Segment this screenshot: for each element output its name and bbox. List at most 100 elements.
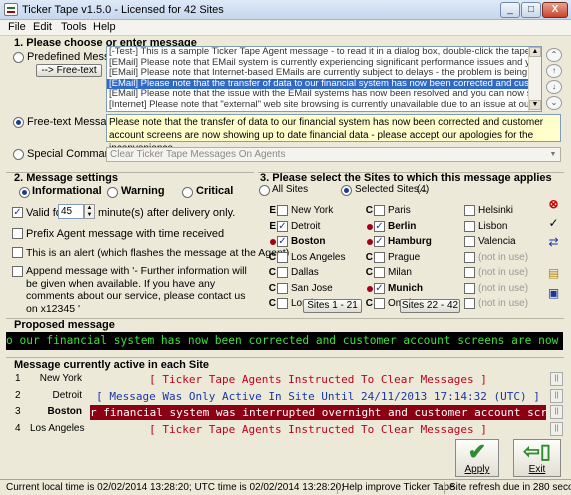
pause-icon[interactable]: || <box>550 388 563 403</box>
menu-file[interactable]: File <box>5 21 29 33</box>
alert-checkbox[interactable] <box>12 247 23 258</box>
row-site-name: New York <box>39 373 82 384</box>
minutes-stepper[interactable]: ▲ ▼ <box>84 204 95 219</box>
site-checkbox[interactable]: ✓ <box>374 236 385 247</box>
site-name: New York <box>291 205 334 216</box>
critical-radio[interactable] <box>182 187 193 198</box>
prefix-checkbox[interactable] <box>12 228 23 239</box>
pause-icon[interactable]: || <box>550 421 563 436</box>
site-checkbox[interactable]: ✓ <box>374 220 385 232</box>
scroll-up-icon[interactable]: ▲ <box>529 47 541 57</box>
sites-page1-button[interactable]: Sites 1 - 21 <box>303 299 362 313</box>
site-checkbox <box>464 251 475 263</box>
site-name: Lisbon <box>478 220 508 232</box>
message-list-scrollbar[interactable]: ▲ ▼ <box>528 47 541 111</box>
row-number: 1 <box>15 373 21 384</box>
site-status-letter: E <box>269 220 276 232</box>
list-bottom-icon[interactable]: ⌄ <box>546 96 562 110</box>
site-checkbox <box>464 267 475 278</box>
proposed-ticker[interactable]: o our financial system has now been corr… <box>6 332 563 350</box>
menu-edit[interactable]: Edit <box>30 21 55 33</box>
freetext-radio[interactable] <box>13 117 24 128</box>
special-command-select[interactable]: Clear Ticker Tape Messages On Agents ▼ <box>106 147 561 162</box>
save-disk-icon[interactable]: ▣ <box>545 285 562 302</box>
row-message-ticker[interactable]: [ Ticker Tape Agents Instructed To Clear… <box>90 422 546 437</box>
warning-radio[interactable] <box>107 187 118 198</box>
site-checkbox[interactable] <box>464 205 475 216</box>
site-status-letter: C <box>365 267 373 278</box>
menu-tools[interactable]: Tools <box>58 21 90 33</box>
informational-radio[interactable] <box>19 187 30 198</box>
active-site-dot <box>367 239 373 245</box>
status-help-link[interactable]: Help improve Ticker Tape <box>337 482 455 494</box>
row-message-ticker[interactable]: r financial system was interrupted overn… <box>90 405 546 420</box>
swap-icon[interactable]: ⇄ <box>545 234 562 251</box>
site-checkbox[interactable] <box>277 298 288 309</box>
minimize-button[interactable]: _ <box>500 2 520 18</box>
site-checkbox[interactable] <box>464 220 475 232</box>
site-checkbox[interactable]: ✓ <box>277 236 288 247</box>
site-checkbox[interactable] <box>464 236 475 247</box>
menu-help[interactable]: Help <box>90 21 119 33</box>
site-name: Milan <box>388 267 412 278</box>
section3-title: 3. Please select the Sites to which this… <box>260 172 552 184</box>
list-top-icon[interactable]: ⌃ <box>546 48 562 62</box>
row-message-ticker[interactable]: [ Message Was Only Active In Site Until … <box>90 389 546 404</box>
selected-sites-count: (4) <box>417 184 430 195</box>
site-name: Valencia <box>478 236 516 247</box>
pause-icon[interactable]: || <box>550 372 563 386</box>
informational-label: Informational <box>32 185 102 197</box>
row-message-ticker[interactable]: [ Ticker Tape Agents Instructed To Clear… <box>90 372 546 387</box>
site-name: Prague <box>388 251 421 263</box>
apply-label: Apply <box>464 464 490 475</box>
section2-title: 2. Message settings <box>14 172 118 184</box>
apply-check-icon: ✔ <box>467 439 487 464</box>
append-checkbox[interactable] <box>12 266 23 277</box>
checkmark-icon[interactable]: ✓ <box>545 215 562 232</box>
maximize-button[interactable]: □ <box>521 2 541 18</box>
site-checkbox[interactable] <box>374 298 385 309</box>
active-divider <box>6 357 564 358</box>
proposed-title: Proposed message <box>14 319 115 331</box>
exit-button[interactable]: ⇦▯ Exit <box>513 439 561 477</box>
all-sites-radio[interactable] <box>259 185 270 196</box>
close-button[interactable]: X <box>542 2 568 18</box>
critical-label: Critical <box>196 185 234 197</box>
site-name: Dallas <box>291 267 319 278</box>
apply-button[interactable]: ✔ Apply <box>455 439 499 477</box>
message-list-item[interactable]: [-Test-] This is a sample Ticker Tape Ag… <box>107 47 541 58</box>
append-label: Append message with '- Further informati… <box>26 265 247 315</box>
site-name: (not in use) <box>478 267 529 278</box>
site-checkbox[interactable]: ✓ <box>277 220 288 232</box>
predefined-radio[interactable] <box>13 52 24 63</box>
open-folder-icon[interactable]: ▤ <box>545 265 562 282</box>
message-list-item[interactable]: [Internet] Please note that "external" w… <box>107 99 541 111</box>
freetext-input[interactable]: Please note that the transfer of data to… <box>106 114 561 154</box>
predefined-message-list[interactable]: [-Test-] This is a sample Ticker Tape Ag… <box>106 46 542 112</box>
status-time: Current local time is 02/02/2014 13:28:2… <box>6 482 344 493</box>
site-checkbox[interactable]: ✓ <box>374 282 385 294</box>
selected-sites-radio[interactable] <box>341 185 352 196</box>
valid-for-checkbox[interactable]: ✓ <box>12 207 23 218</box>
freetext-button[interactable]: --> Free-text <box>36 64 102 77</box>
site-checkbox[interactable] <box>277 251 288 263</box>
site-name: Paris <box>388 205 411 216</box>
row-number: 2 <box>15 389 21 401</box>
list-up-icon[interactable]: ↑ <box>546 64 562 78</box>
pause-icon[interactable]: || <box>550 405 563 419</box>
scroll-down-icon[interactable]: ▼ <box>529 100 541 110</box>
site-name: Helsinki <box>478 205 514 216</box>
clear-selection-icon[interactable]: ⊗ <box>545 196 562 213</box>
special-command-radio[interactable] <box>13 149 24 160</box>
all-sites-label: All Sites <box>272 184 309 195</box>
list-down-icon[interactable]: ↓ <box>546 80 562 94</box>
site-checkbox[interactable] <box>374 251 385 263</box>
site-checkbox[interactable] <box>277 282 288 294</box>
site-checkbox[interactable] <box>277 205 288 216</box>
site-status-letter: C <box>365 251 373 263</box>
site-checkbox[interactable] <box>374 267 385 278</box>
site-checkbox[interactable] <box>374 205 385 216</box>
site-checkbox[interactable] <box>277 267 288 278</box>
valid-minutes-input[interactable]: 45 <box>58 204 84 219</box>
sites-page2-button[interactable]: Sites 22 - 42 <box>400 299 460 313</box>
